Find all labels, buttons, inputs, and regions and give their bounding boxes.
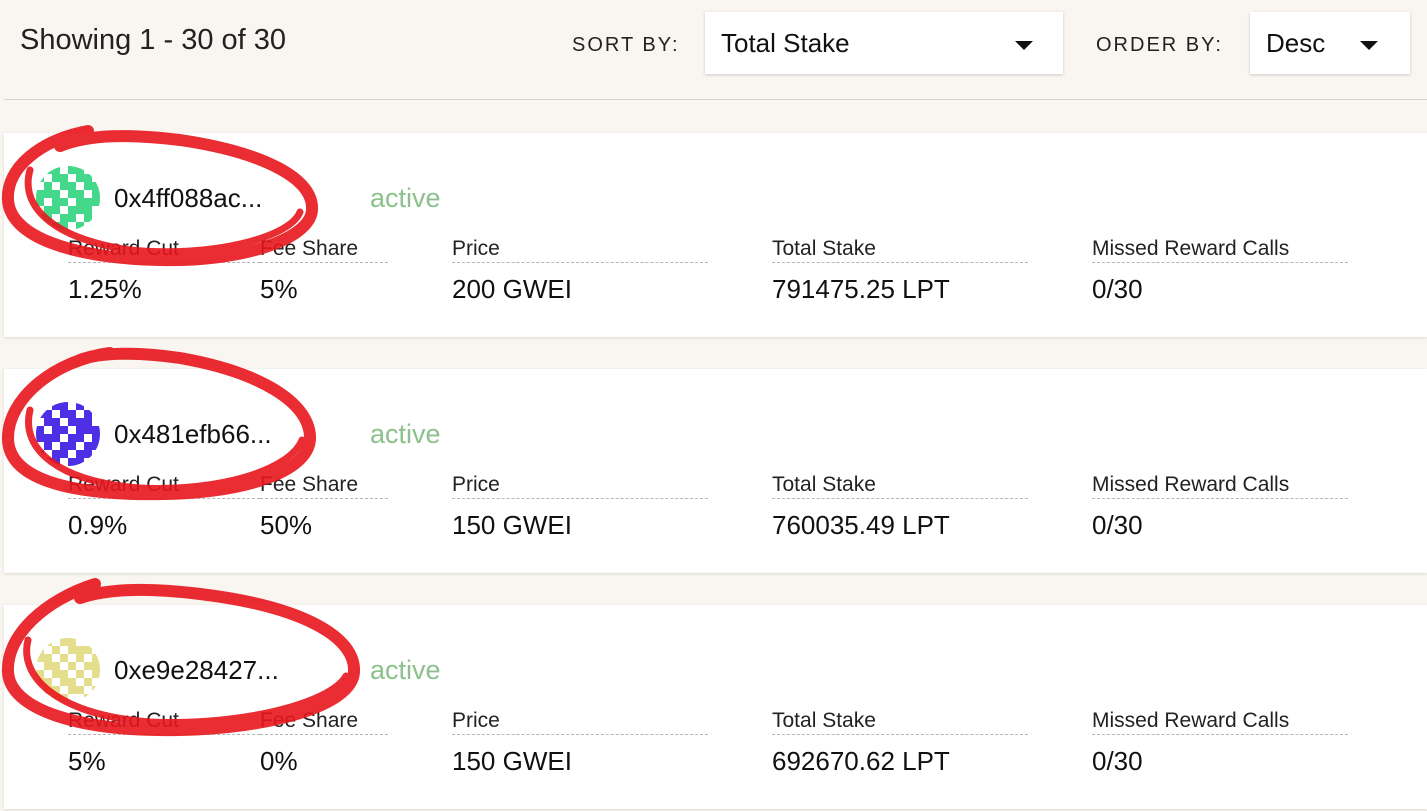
identicon-icon bbox=[36, 402, 100, 466]
price-value: 150 GWEI bbox=[452, 746, 572, 776]
results-count: Showing 1 - 30 of 30 bbox=[20, 24, 287, 56]
status-badge: active bbox=[370, 419, 441, 449]
list-header: Showing 1 - 30 of 30 SORT BY: Total Stak… bbox=[0, 0, 1427, 100]
total-stake-value: 692670.62 LPT bbox=[772, 746, 950, 776]
identicon-icon bbox=[36, 166, 100, 230]
transcoder-address[interactable]: 0x4ff088ac... bbox=[114, 183, 262, 214]
reward-cut-label: Reward Cut bbox=[68, 473, 260, 499]
avatar bbox=[36, 166, 100, 230]
order-by-select[interactable]: Desc bbox=[1250, 12, 1410, 74]
identicon-icon bbox=[36, 638, 100, 702]
price-label: Price bbox=[452, 237, 708, 263]
reward-cut-value: 5% bbox=[68, 746, 106, 776]
total-stake-label: Total Stake bbox=[772, 237, 1028, 263]
status-badge: active bbox=[370, 183, 441, 213]
sort-by-label: SORT BY: bbox=[572, 34, 680, 56]
sort-by-value: Total Stake bbox=[721, 28, 850, 58]
avatar bbox=[36, 402, 100, 466]
price-label: Price bbox=[452, 473, 708, 499]
fee-share-label: Fee Share bbox=[260, 473, 388, 499]
fee-share-value: 5% bbox=[260, 274, 298, 304]
total-stake-value: 791475.25 LPT bbox=[772, 274, 950, 304]
missed-reward-calls-label: Missed Reward Calls bbox=[1092, 473, 1348, 499]
header-divider bbox=[4, 99, 1427, 100]
price-value: 200 GWEI bbox=[452, 274, 572, 304]
order-by-label: ORDER BY: bbox=[1096, 34, 1223, 56]
sort-by-select[interactable]: Total Stake bbox=[705, 12, 1063, 74]
missed-reward-calls-value: 0/30 bbox=[1092, 274, 1143, 304]
reward-cut-value: 0.9% bbox=[68, 510, 128, 540]
transcoder-card[interactable]: 0x4ff088ac... active Reward Cut Fee Shar… bbox=[4, 133, 1427, 337]
price-value: 150 GWEI bbox=[452, 510, 572, 540]
fee-share-label: Fee Share bbox=[260, 709, 388, 735]
chevron-down-icon bbox=[1360, 41, 1378, 50]
price-label: Price bbox=[452, 709, 708, 735]
fee-share-label: Fee Share bbox=[260, 237, 388, 263]
fee-share-value: 50% bbox=[260, 510, 313, 540]
reward-cut-label: Reward Cut bbox=[68, 709, 260, 735]
status-badge: active bbox=[370, 655, 441, 685]
total-stake-label: Total Stake bbox=[772, 473, 1028, 499]
missed-reward-calls-label: Missed Reward Calls bbox=[1092, 237, 1348, 263]
order-by-value: Desc bbox=[1266, 28, 1326, 58]
total-stake-label: Total Stake bbox=[772, 709, 1028, 735]
missed-reward-calls-value: 0/30 bbox=[1092, 746, 1143, 776]
missed-reward-calls-value: 0/30 bbox=[1092, 510, 1143, 540]
transcoder-address[interactable]: 0x481efb66... bbox=[114, 419, 272, 450]
avatar bbox=[36, 638, 100, 702]
fee-share-value: 0% bbox=[260, 746, 298, 776]
transcoder-card[interactable]: 0x481efb66... active Reward Cut Fee Shar… bbox=[4, 369, 1427, 573]
reward-cut-label: Reward Cut bbox=[68, 237, 260, 263]
chevron-down-icon bbox=[1015, 41, 1033, 50]
transcoder-card[interactable]: 0xe9e28427... active Reward Cut Fee Shar… bbox=[4, 605, 1427, 809]
transcoder-address[interactable]: 0xe9e28427... bbox=[114, 655, 279, 686]
transcoder-list-page: Showing 1 - 30 of 30 SORT BY: Total Stak… bbox=[0, 0, 1427, 811]
reward-cut-value: 1.25% bbox=[68, 274, 142, 304]
total-stake-value: 760035.49 LPT bbox=[772, 510, 950, 540]
missed-reward-calls-label: Missed Reward Calls bbox=[1092, 709, 1348, 735]
